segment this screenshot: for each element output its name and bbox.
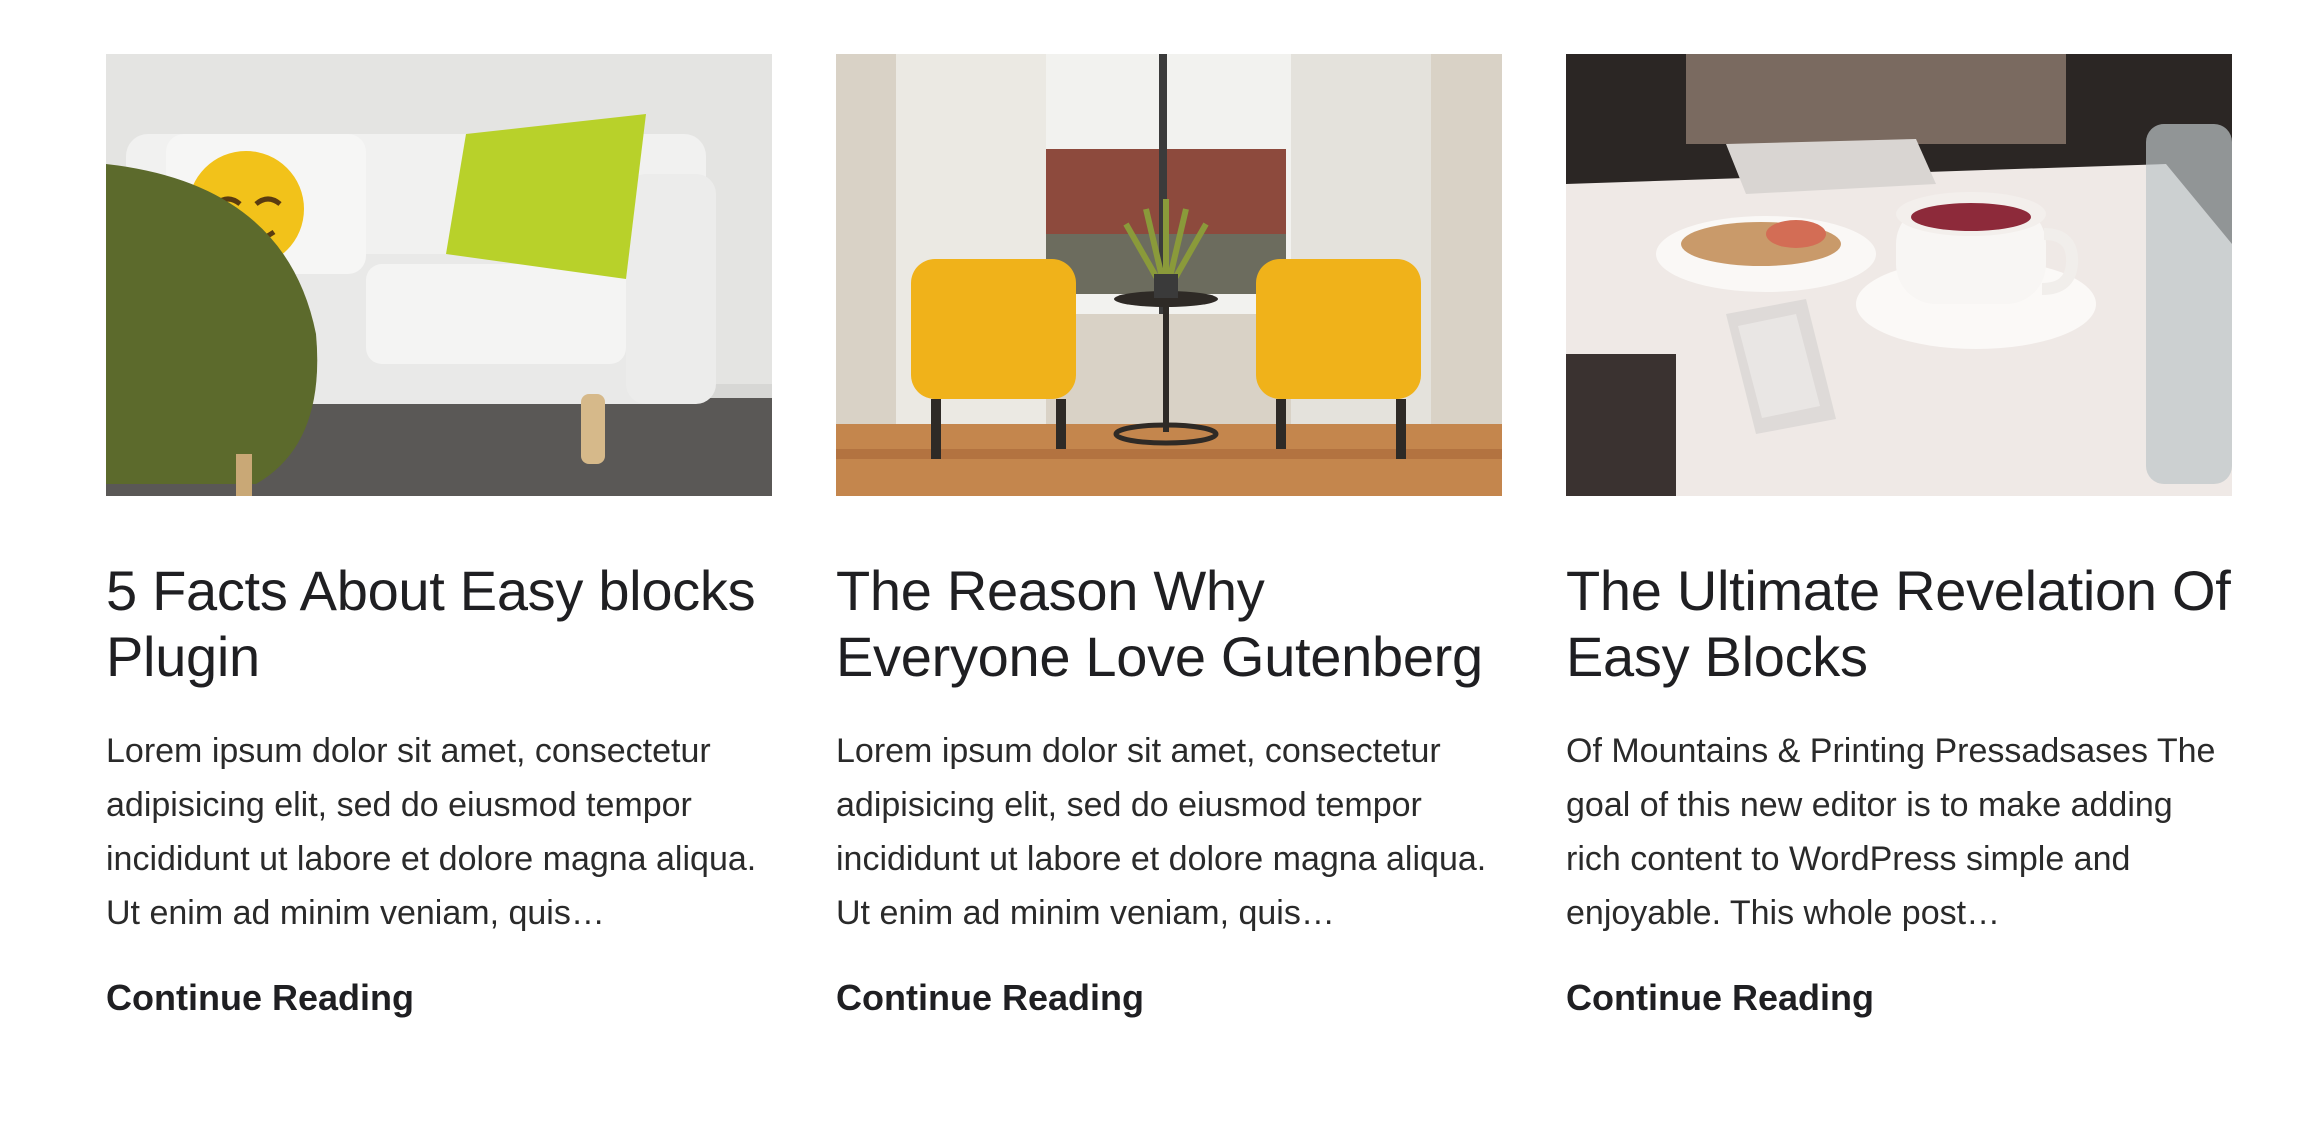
post-title[interactable]: 5 Facts About Easy blocks Plugin bbox=[106, 558, 772, 690]
post-card: 5 Facts About Easy blocks Plugin Lorem i… bbox=[106, 54, 772, 1020]
continue-reading-link[interactable]: Continue Reading bbox=[106, 976, 414, 1020]
post-image-coffee-table[interactable] bbox=[1566, 54, 2232, 496]
post-image-living-room[interactable] bbox=[106, 54, 772, 496]
coffee-table-breakfast-photo bbox=[1566, 54, 2232, 496]
post-excerpt: Lorem ipsum dolor sit amet, consectetur … bbox=[836, 732, 1487, 932]
post-image-yellow-chairs[interactable] bbox=[836, 54, 1502, 496]
post-grid: 5 Facts About Easy blocks Plugin Lorem i… bbox=[106, 54, 2232, 1020]
yellow-chairs-window-photo bbox=[836, 54, 1502, 496]
continue-reading-link[interactable]: Continue Reading bbox=[836, 976, 1144, 1020]
post-card: The Reason Why Everyone Love Gutenberg L… bbox=[836, 54, 1502, 1020]
living-room-sofa-photo bbox=[106, 54, 772, 496]
continue-reading-link[interactable]: Continue Reading bbox=[1566, 976, 1874, 1020]
post-card: The Ultimate Revelation Of Easy Blocks O… bbox=[1566, 54, 2232, 1020]
post-title[interactable]: The Reason Why Everyone Love Gutenberg bbox=[836, 558, 1502, 690]
post-title[interactable]: The Ultimate Revelation Of Easy Blocks bbox=[1566, 558, 2232, 690]
post-excerpt: Of Mountains & Printing Pressadsases The… bbox=[1566, 732, 2216, 932]
post-excerpt: Lorem ipsum dolor sit amet, consectetur … bbox=[106, 732, 757, 932]
